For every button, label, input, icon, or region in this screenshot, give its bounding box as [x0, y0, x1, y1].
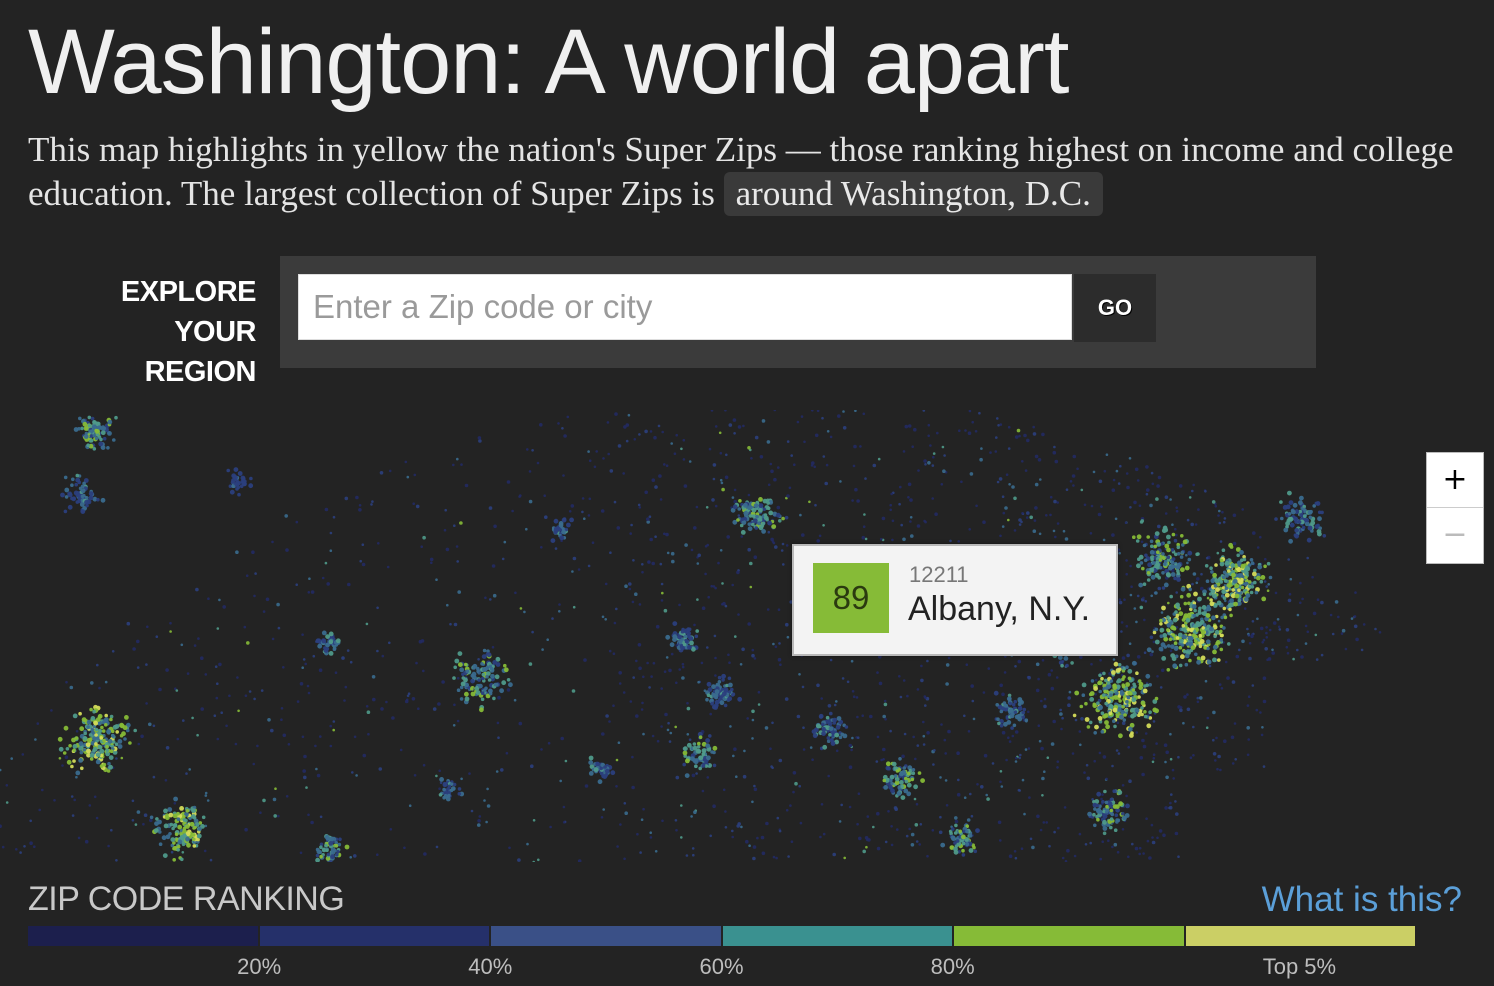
legend-tick-label: 60% [699, 954, 744, 979]
legend-segment [1185, 926, 1415, 946]
legend-segment [954, 926, 1186, 946]
explore-region-label: EXPLORE YOUR REGION [120, 276, 257, 388]
zip-search-input[interactable] [298, 274, 1072, 340]
washington-dc-button[interactable]: around Washington, D.C. [723, 172, 1103, 216]
legend-segment [259, 926, 491, 946]
super-zip-map[interactable] [0, 410, 1494, 862]
zoom-out-button[interactable]: − [1427, 507, 1483, 562]
page-title: Washington: A world apart [28, 11, 1069, 113]
tooltip-zip-code: 12211 [909, 562, 969, 587]
zoom-in-button[interactable]: + [1427, 453, 1483, 507]
what-is-this-link[interactable]: What is this? [1262, 880, 1462, 920]
legend-segment [28, 926, 260, 946]
legend-tick-label: 40% [468, 954, 513, 979]
legend-segment [491, 926, 723, 946]
legend-title: ZIP CODE RANKING [28, 880, 345, 918]
legend-color-bar [28, 926, 1415, 946]
legend-segment [722, 926, 954, 946]
go-button[interactable]: GO [1074, 274, 1156, 342]
legend-tick-label: 80% [930, 954, 975, 979]
tooltip-rank-badge: 89 [813, 563, 889, 633]
legend-tick-label: 20% [237, 954, 282, 979]
zip-tooltip: 89 12211 Albany, N.Y. [792, 544, 1118, 656]
zoom-control: + − [1426, 452, 1484, 564]
legend-tick-label: Top 5% [1262, 954, 1337, 979]
intro-paragraph: This map highlights in yellow the nation… [28, 128, 1468, 216]
tooltip-city: Albany, N.Y. [908, 590, 1091, 628]
